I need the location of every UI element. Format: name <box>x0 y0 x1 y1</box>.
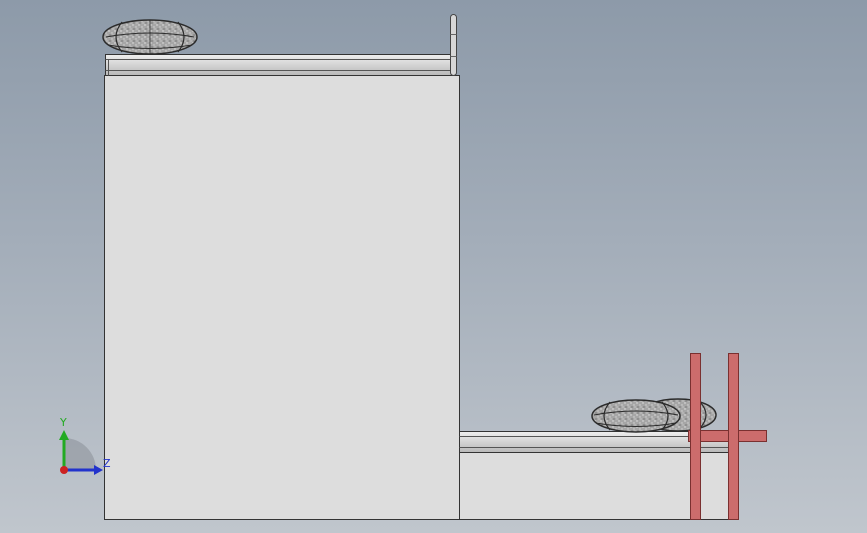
triad-quadrant <box>64 438 96 470</box>
y-axis-head <box>59 430 69 440</box>
vertical-rod[interactable] <box>450 14 457 76</box>
graphics-viewport[interactable]: Y Z <box>0 0 867 533</box>
z-axis-head <box>94 465 103 475</box>
z-axis-label: Z <box>103 457 111 470</box>
top-cushion[interactable] <box>102 19 198 55</box>
lower-platform[interactable] <box>459 452 729 520</box>
top-rail[interactable] <box>105 54 452 76</box>
main-cabinet[interactable] <box>104 75 460 520</box>
y-axis-label: Y <box>59 416 67 429</box>
lower-cushion-front[interactable] <box>591 399 681 433</box>
origin-marker <box>60 466 68 474</box>
coordinate-triad: Y Z <box>59 416 111 475</box>
model-canvas[interactable]: Y Z <box>0 0 867 533</box>
